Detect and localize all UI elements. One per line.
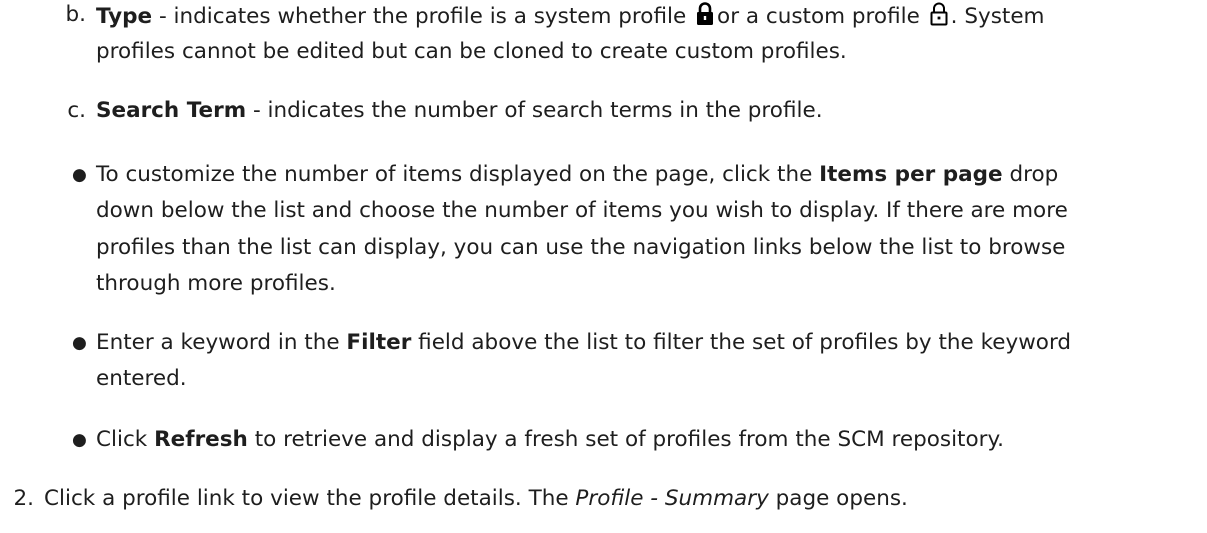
bullet-icon: ● — [72, 430, 87, 450]
bullet-icon: ● — [72, 165, 87, 185]
term-search-term: Search Term — [96, 98, 247, 123]
term-type: Type — [96, 4, 153, 29]
item-b-text3: . System — [950, 4, 1045, 29]
item-b-text1: - indicates whether the profile is a sys… — [152, 4, 687, 29]
bullet-2-line1: Enter a keyword in the Filter field abov… — [96, 330, 1072, 355]
item-b-line1: Type - indicates whether the profile is … — [96, 2, 1045, 29]
item-c-line1: Search Term - indicates the number of se… — [96, 98, 823, 123]
unlocked-lock-icon — [930, 2, 948, 26]
document-page: b. Type - indicates whether the profile … — [0, 0, 1207, 533]
bullet-1-line1: To customize the number of items display… — [96, 162, 1059, 187]
bullet-3-line1: Click Refresh to retrieve and display a … — [96, 427, 1004, 452]
term-refresh: Refresh — [154, 427, 248, 452]
list-marker-c: c. — [67, 98, 86, 123]
step-2-text: Click a profile link to view the profile… — [44, 486, 908, 511]
bullet-icon: ● — [72, 333, 87, 353]
term-items-per-page: Items per page — [819, 162, 1003, 187]
list-marker-b: b. — [65, 2, 86, 27]
page-name-profile-summary: Profile - Summary — [575, 486, 769, 511]
bullet-1-line2: down below the list and choose the numbe… — [96, 198, 1068, 223]
item-b-text2: or a custom profile — [717, 4, 920, 29]
term-filter: Filter — [346, 330, 412, 355]
item-c-text: - indicates the number of search terms i… — [246, 98, 823, 123]
bullet-1-line3: profiles than the list can display, you … — [96, 235, 1066, 260]
bullet-2-line2: entered. — [96, 366, 187, 391]
locked-lock-icon — [697, 2, 714, 25]
step-marker-2: 2. — [13, 486, 34, 511]
item-b-line2: profiles cannot be edited but can be clo… — [96, 39, 847, 64]
bullet-1-line4: through more profiles. — [96, 271, 336, 296]
